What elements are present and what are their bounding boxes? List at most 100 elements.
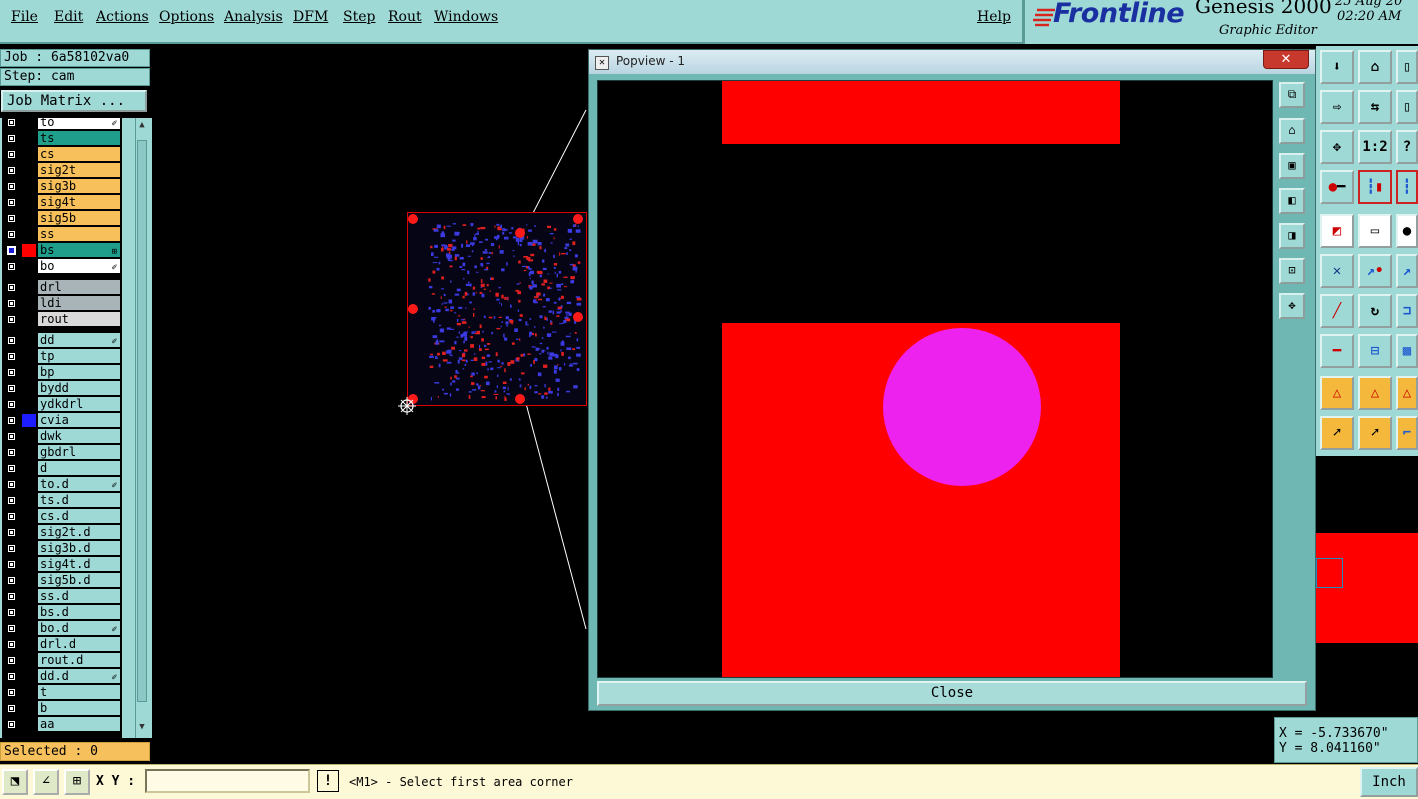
edge-icon[interactable]: ⊐ (1396, 294, 1418, 328)
layer-row[interactable]: sig4t (2, 195, 122, 210)
select-arrow-icon[interactable]: ➚ (1320, 416, 1354, 450)
center-icon[interactable]: ✥ (1320, 130, 1354, 164)
layer-select-2-icon[interactable]: ┇ (1396, 170, 1418, 204)
zoom-in-icon[interactable]: ⬇ (1320, 50, 1354, 84)
layer-checkbox[interactable] (7, 480, 16, 489)
layer-checkbox[interactable] (7, 416, 16, 425)
layer-name[interactable]: ss.d (38, 589, 120, 603)
layer-name[interactable]: drl.d (38, 637, 120, 651)
layer-name[interactable]: sig5b (38, 211, 120, 225)
scroll-thumb[interactable] (137, 140, 147, 702)
component-icon[interactable]: ▩ (1396, 334, 1418, 368)
zoom-in-icon[interactable]: ▣ (1279, 153, 1305, 179)
layer-name[interactable]: to ✐ (38, 118, 120, 129)
layer-checkbox[interactable] (7, 640, 16, 649)
layer-checkbox[interactable] (7, 384, 16, 393)
layer-row[interactable]: ss (2, 227, 122, 242)
layer-name[interactable]: sig2t (38, 163, 120, 177)
layer-row[interactable]: dwk (2, 429, 122, 444)
layer-name[interactable]: ts (38, 131, 120, 145)
layer-row[interactable]: to.d ✐ (2, 477, 122, 492)
layer-name[interactable]: sig5b.d (38, 573, 120, 587)
layer-name[interactable]: t (38, 685, 120, 699)
unit-button[interactable]: Inch (1360, 767, 1418, 797)
layer-checkbox[interactable] (7, 544, 16, 553)
draw-line-icon[interactable]: ◩ (1320, 214, 1354, 248)
layer-row[interactable]: drl (2, 280, 122, 295)
draw-segment-icon[interactable]: ╱ (1320, 294, 1354, 328)
job-matrix-button[interactable]: Job Matrix ... (1, 90, 147, 112)
layer-checkbox[interactable] (7, 624, 16, 633)
scroll-up-icon[interactable]: ▲ (136, 120, 148, 132)
layer-row[interactable]: sig3b.d (2, 541, 122, 556)
layer-row[interactable]: sig2t (2, 163, 122, 178)
layer-checkbox[interactable] (7, 182, 16, 191)
zoom-area-icon[interactable]: ⊡ (1279, 258, 1305, 284)
layer-name[interactable]: drl (38, 280, 120, 294)
layer-checkbox[interactable] (7, 299, 16, 308)
help-icon[interactable]: ? (1396, 130, 1418, 164)
layer-row[interactable]: gbdrl (2, 445, 122, 460)
layer-checkbox[interactable] (7, 166, 16, 175)
menu-help[interactable]: Help (977, 9, 1011, 25)
angle-mode-icon[interactable]: ∠ (33, 769, 59, 795)
layer-checkbox[interactable] (7, 230, 16, 239)
layer-row[interactable]: cs.d (2, 509, 122, 524)
layer-name[interactable]: ldi (38, 296, 120, 310)
ruler-icon[interactable]: ▭ (1358, 214, 1392, 248)
layer-name[interactable]: aa (38, 717, 120, 731)
layer-row[interactable]: sig4t.d (2, 557, 122, 572)
layer-name[interactable]: dd ✐ (38, 333, 120, 347)
layer-name[interactable]: sig2t.d (38, 525, 120, 539)
layer-checkbox[interactable] (7, 315, 16, 324)
layer-checkbox[interactable] (7, 528, 16, 537)
layer-row[interactable]: sig2t.d (2, 525, 122, 540)
layer-row[interactable]: b (2, 701, 122, 716)
layer-name[interactable]: ts.d (38, 493, 120, 507)
layer-row[interactable]: bydd (2, 381, 122, 396)
layer-color-swatch[interactable] (22, 414, 36, 427)
layer-row[interactable]: ss.d (2, 589, 122, 604)
layer-checkbox[interactable] (7, 656, 16, 665)
layer-row[interactable]: rout (2, 312, 122, 327)
layer-checkbox[interactable] (7, 118, 16, 127)
layer-name[interactable]: ss (38, 227, 120, 241)
layer-name[interactable]: bs ⊞ (38, 243, 120, 257)
center-icon[interactable]: ✥ (1279, 293, 1305, 319)
pcb-board-preview[interactable] (407, 212, 587, 406)
pan-icon[interactable]: ◨ (1279, 223, 1305, 249)
cross-icon[interactable]: ✕ (1320, 254, 1354, 288)
layer-checkbox[interactable] (7, 134, 16, 143)
layer-name[interactable]: dwk (38, 429, 120, 443)
layer-row[interactable]: t (2, 685, 122, 700)
layer-checkbox[interactable] (7, 704, 16, 713)
extra-icon-2[interactable]: ▯ (1396, 90, 1418, 124)
menu-file[interactable]: File (11, 9, 38, 25)
layer-name[interactable]: bydd (38, 381, 120, 395)
popview-titlebar[interactable]: ✕ Popview - 1 (589, 50, 1315, 74)
layer-checkbox[interactable] (7, 672, 16, 681)
layer-row[interactable]: bs ⊞ (2, 243, 122, 258)
layer-select-icon[interactable]: ┇▮ (1358, 170, 1392, 204)
layer-name[interactable]: bo ✐ (38, 259, 120, 273)
add-point-2-icon[interactable]: ↗ (1396, 254, 1418, 288)
layer-checkbox[interactable] (7, 496, 16, 505)
layer-checkbox[interactable] (7, 608, 16, 617)
layer-name[interactable]: bo.d ✐ (38, 621, 120, 635)
layer-row[interactable]: ldi (2, 296, 122, 311)
layer-name[interactable]: sig3b (38, 179, 120, 193)
line-red-icon[interactable]: ━ (1320, 334, 1354, 368)
select-arrow-2-icon[interactable]: ➚ (1358, 416, 1392, 450)
layer-checkbox[interactable] (7, 688, 16, 697)
layer-row[interactable]: bp (2, 365, 122, 380)
layer-name[interactable]: cs (38, 147, 120, 161)
layer-row[interactable]: ts (2, 131, 122, 146)
layer-checkbox[interactable] (7, 432, 16, 441)
menu-analysis[interactable]: Analysis (224, 9, 283, 25)
snap-icon[interactable]: ●━ (1320, 170, 1354, 204)
layer-color-swatch[interactable] (22, 244, 36, 257)
add-point-icon[interactable]: ↗• (1358, 254, 1392, 288)
layer-name[interactable]: rout (38, 312, 120, 326)
menu-windows[interactable]: Windows (434, 9, 498, 25)
popview-canvas[interactable] (597, 80, 1273, 678)
